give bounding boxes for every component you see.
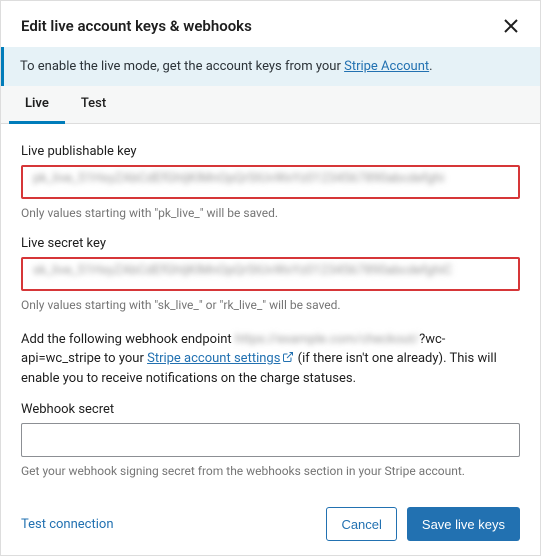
notice-text-prefix: To enable the live mode, get the account… bbox=[20, 59, 344, 74]
modal-header: Edit live account keys & webhooks bbox=[1, 1, 540, 47]
publishable-key-helper: Only values starting with "pk_live_" wil… bbox=[21, 205, 520, 222]
publishable-key-redacted: pk_live_51HxyZAbCdEfGhIjKlMnOpQrStUvWxYz… bbox=[33, 171, 508, 186]
tab-live[interactable]: Live bbox=[9, 86, 65, 124]
external-link-icon bbox=[282, 351, 294, 363]
test-connection-link[interactable]: Test connection bbox=[21, 517, 114, 532]
modal-title: Edit live account keys & webhooks bbox=[21, 17, 252, 35]
close-icon[interactable] bbox=[502, 17, 520, 35]
stripe-settings-link-label: Stripe account settings bbox=[147, 351, 280, 366]
publishable-key-input[interactable]: pk_live_51HxyZAbCdEfGhIjKlMnOpQrStUvWxYz… bbox=[21, 165, 520, 199]
webhook-secret-input[interactable] bbox=[21, 423, 520, 457]
secret-key-input[interactable]: sk_live_51HxyZAbCdEfGhIjKlMnOpQrStUvWxYz… bbox=[21, 257, 520, 291]
publishable-key-label: Live publishable key bbox=[21, 144, 520, 159]
webhook-prefix: Add the following webhook endpoint bbox=[21, 332, 235, 347]
modal-body: Live publishable key pk_live_51HxyZAbCdE… bbox=[1, 124, 540, 493]
webhook-secret-helper: Get your webhook signing secret from the… bbox=[21, 463, 520, 480]
webhook-url-redacted: https://example.com/checkout/ bbox=[235, 332, 419, 347]
cancel-button[interactable]: Cancel bbox=[326, 507, 396, 541]
footer-actions: Cancel Save live keys bbox=[326, 507, 520, 541]
stripe-settings-link[interactable]: Stripe account settings bbox=[147, 351, 294, 366]
notice-text-suffix: . bbox=[429, 59, 432, 74]
tab-test[interactable]: Test bbox=[65, 86, 122, 124]
webhook-secret-label: Webhook secret bbox=[21, 402, 520, 417]
tabs-bar: Live Test bbox=[1, 86, 540, 124]
modal-footer: Test connection Cancel Save live keys bbox=[1, 493, 540, 555]
secret-key-helper: Only values starting with "sk_live_" or … bbox=[21, 297, 520, 314]
secret-key-label: Live secret key bbox=[21, 236, 520, 251]
save-button[interactable]: Save live keys bbox=[407, 507, 520, 541]
webhook-instructions: Add the following webhook endpoint https… bbox=[21, 330, 520, 389]
secret-key-redacted: sk_live_51HxyZAbCdEfGhIjKlMnOpQrStUvWxYz… bbox=[33, 263, 508, 278]
webhook-mid: to your bbox=[101, 351, 147, 366]
notice-banner: To enable the live mode, get the account… bbox=[1, 47, 540, 86]
stripe-account-link[interactable]: Stripe Account bbox=[344, 59, 429, 74]
